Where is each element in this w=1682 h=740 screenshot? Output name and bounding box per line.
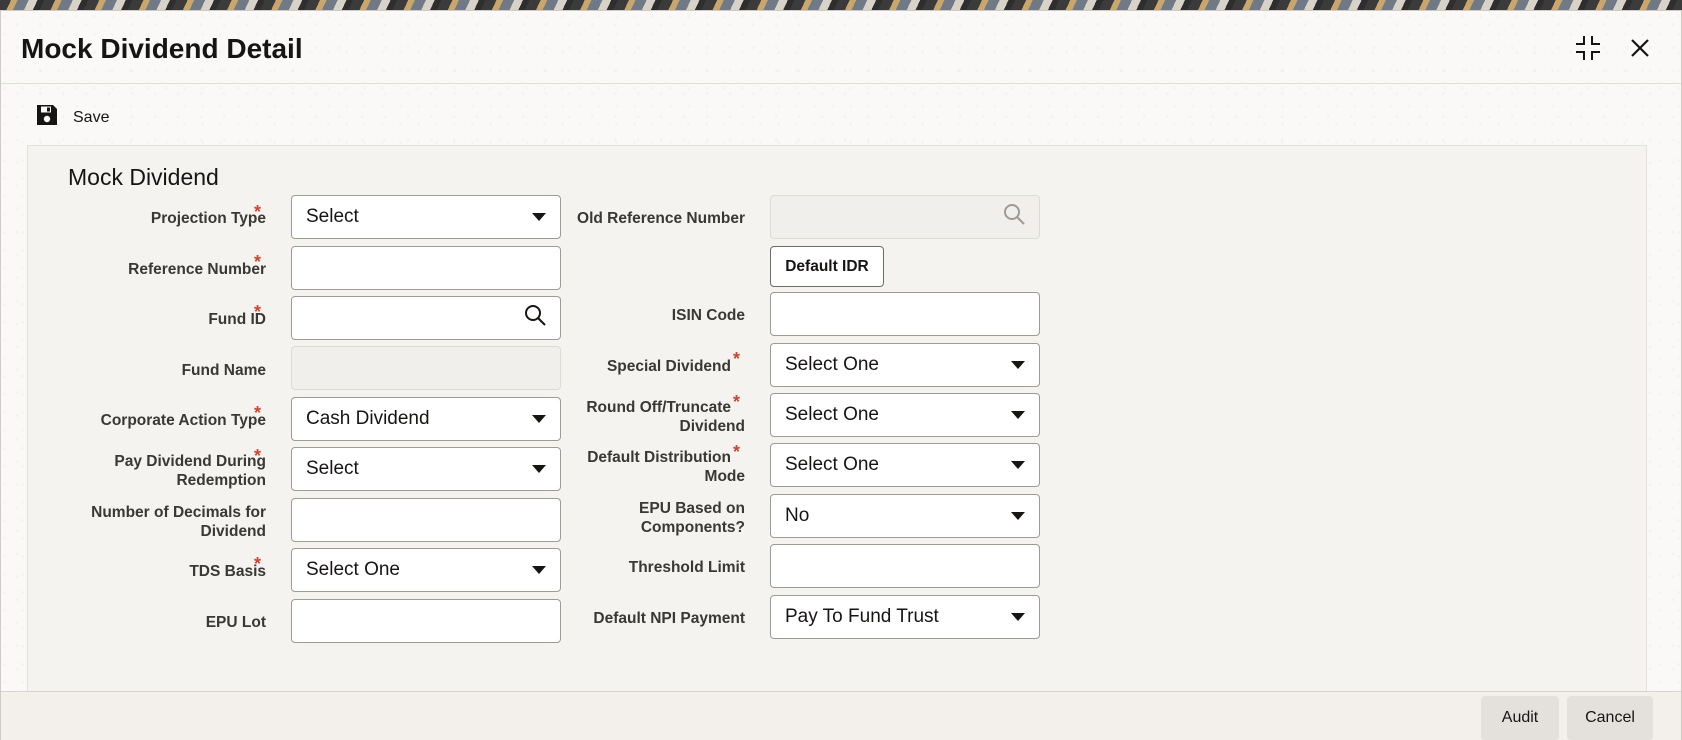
required-marker: * [254, 202, 262, 222]
pay-dividend-during-redemption-value: Select [306, 458, 359, 479]
chevron-down-icon [1011, 613, 1025, 621]
chevron-down-icon [1011, 461, 1025, 469]
tds-basis-select[interactable]: Select One [291, 548, 561, 592]
projection-type-select[interactable]: Select [291, 195, 561, 239]
old-reference-number-input[interactable] [770, 195, 1040, 239]
chevron-down-icon [532, 465, 546, 473]
label-line-1: Number of Decimals for [91, 504, 266, 521]
label-line-1: Pay Dividend During [114, 453, 266, 470]
required-marker: * [254, 252, 262, 272]
required-marker: * [254, 403, 262, 423]
chevron-down-icon [532, 415, 546, 423]
required-marker: * [733, 392, 741, 412]
close-icon[interactable] [1625, 33, 1655, 63]
label-line-1: Round Off/Truncate [586, 399, 731, 416]
save-button[interactable]: Save [35, 103, 109, 132]
old-reference-number-label: Old Reference Number [577, 210, 745, 227]
section-title: Mock Dividend [68, 164, 219, 190]
projection-type-label: Projection Type [150, 210, 266, 227]
round-off-truncate-value: Select One [785, 404, 879, 425]
label-line-2: Mode [704, 468, 745, 485]
epu-lot-input[interactable] [291, 599, 561, 643]
fund-name-input [291, 346, 561, 390]
default-distribution-mode-label: Default Distribution Mode [587, 448, 745, 486]
pay-dividend-during-redemption-select[interactable]: Select [291, 447, 561, 491]
special-dividend-select[interactable]: Select One [770, 343, 1040, 387]
label-line-2: Dividend [679, 418, 745, 435]
default-distribution-mode-select[interactable]: Select One [770, 443, 1040, 487]
round-off-truncate-select[interactable]: Select One [770, 393, 1040, 437]
required-marker: * [254, 446, 262, 466]
search-icon[interactable] [524, 304, 546, 332]
chevron-down-icon [1011, 361, 1025, 369]
footer-bar [1, 691, 1681, 740]
title-divider [1, 83, 1681, 84]
isin-code-label: ISIN Code [671, 307, 745, 324]
corporate-action-type-select[interactable]: Cash Dividend [291, 397, 561, 441]
pay-dividend-during-redemption-label: Pay Dividend During Redemption [114, 452, 266, 490]
fund-id-input[interactable] [291, 296, 561, 340]
fund-name-label: Fund Name [181, 362, 266, 379]
dialog-window: Mock Dividend Detail Save Mock Dividend [0, 10, 1682, 740]
save-label: Save [73, 108, 110, 126]
audit-button[interactable]: Audit [1481, 696, 1559, 740]
label-line-1: Default Distribution [587, 449, 731, 466]
window-title: Mock Dividend Detail [21, 33, 303, 64]
number-of-decimals-input[interactable] [291, 498, 561, 542]
special-dividend-label: Special Dividend [606, 358, 731, 375]
threshold-limit-input[interactable] [770, 544, 1040, 588]
special-dividend-value: Select One [785, 354, 879, 375]
chevron-down-icon [1011, 512, 1025, 520]
required-marker: * [254, 302, 262, 322]
threshold-limit-label: Threshold Limit [628, 559, 745, 576]
label-line-2: Dividend [200, 523, 266, 540]
epu-based-on-components-value: No [785, 505, 810, 526]
floppy-disk-icon [35, 103, 59, 132]
default-npi-payment-value: Pay To Fund Trust [785, 606, 939, 627]
default-distribution-mode-value: Select One [785, 454, 879, 475]
label-line-1: EPU Based on [639, 500, 745, 517]
default-npi-payment-label: Default NPI Payment [593, 610, 745, 627]
required-marker: * [254, 554, 262, 574]
epu-lot-label: EPU Lot [205, 614, 266, 631]
required-marker: * [733, 442, 741, 462]
default-npi-payment-select[interactable]: Pay To Fund Trust [770, 595, 1040, 639]
top-decorative-strip [0, 0, 1682, 10]
epu-based-on-components-label: EPU Based on Components? [639, 499, 745, 537]
required-marker: * [733, 349, 741, 369]
label-line-2: Redemption [176, 472, 266, 489]
default-idr-button[interactable]: Default IDR [770, 246, 884, 287]
number-of-decimals-label: Number of Decimals for Dividend [91, 503, 266, 541]
label-line-2: Components? [640, 519, 745, 536]
round-off-truncate-label: Round Off/Truncate Dividend [586, 398, 745, 436]
reference-number-input[interactable] [291, 246, 561, 290]
chevron-down-icon [532, 566, 546, 574]
projection-type-value: Select [306, 206, 359, 227]
window-controls [1573, 33, 1655, 63]
chevron-down-icon [532, 213, 546, 221]
isin-code-input[interactable] [770, 292, 1040, 336]
cancel-button[interactable]: Cancel [1567, 696, 1653, 740]
epu-based-on-components-select[interactable]: No [770, 494, 1040, 538]
reference-number-label: Reference Number [128, 261, 266, 278]
corporate-action-type-value: Cash Dividend [306, 408, 430, 429]
tds-basis-value: Select One [306, 559, 400, 580]
maximize-icon[interactable] [1573, 33, 1603, 63]
mock-dividend-panel: Mock Dividend Projection Type * Select R… [27, 145, 1647, 692]
corporate-action-type-label: Corporate Action Type [100, 412, 266, 429]
chevron-down-icon [1011, 411, 1025, 419]
search-icon[interactable] [1003, 203, 1025, 231]
